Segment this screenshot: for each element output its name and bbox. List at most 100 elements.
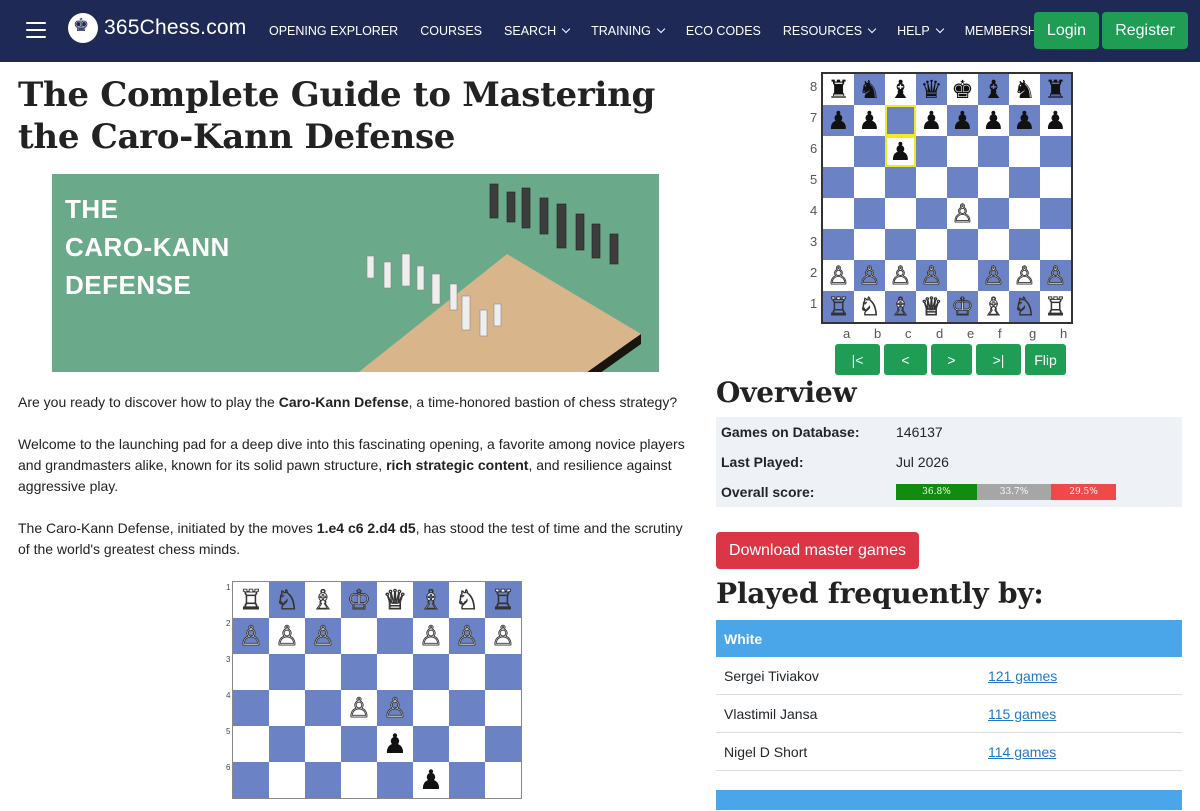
black-pawn-icon[interactable]: ♟	[1044, 108, 1066, 133]
square-e2[interactable]	[947, 260, 978, 291]
square-b5[interactable]	[854, 167, 885, 198]
square-a2[interactable]: ♙	[823, 260, 854, 291]
white-pawn-icon[interactable]: ♙	[951, 201, 974, 227]
white-queen-icon[interactable]: ♕	[920, 294, 943, 320]
square-d2[interactable]: ♙	[916, 260, 947, 291]
nav-item-resources[interactable]: RESOURCES	[783, 24, 877, 38]
square-c1[interactable]: ♗	[885, 291, 916, 322]
square-e5[interactable]	[947, 167, 978, 198]
black-pawn-icon[interactable]: ♟	[951, 108, 973, 133]
flip-board-button[interactable]: Flip	[1025, 344, 1066, 375]
next-move-button[interactable]: >	[931, 344, 972, 375]
hamburger-menu-icon[interactable]	[26, 22, 46, 38]
first-move-button[interactable]: |<	[835, 344, 880, 375]
black-pawn-icon[interactable]: ♟	[889, 139, 911, 164]
black-knight-icon[interactable]: ♞	[858, 77, 880, 102]
white-bishop-icon[interactable]: ♗	[982, 294, 1005, 320]
square-e6[interactable]	[947, 136, 978, 167]
white-pawn-icon[interactable]: ♙	[827, 263, 850, 289]
black-pawn-icon[interactable]: ♟	[858, 108, 880, 133]
square-g5[interactable]	[1009, 167, 1040, 198]
square-f6[interactable]	[978, 136, 1009, 167]
square-f7[interactable]: ♟	[978, 105, 1009, 136]
square-g1[interactable]: ♘	[1009, 291, 1040, 322]
square-e7[interactable]: ♟	[947, 105, 978, 136]
square-e1[interactable]: ♔	[947, 291, 978, 322]
black-pawn-icon[interactable]: ♟	[827, 108, 849, 133]
square-h7[interactable]: ♟	[1040, 105, 1071, 136]
square-a1[interactable]: ♖	[823, 291, 854, 322]
square-c7[interactable]	[885, 105, 916, 136]
square-e8[interactable]: ♚	[947, 74, 978, 105]
square-d3[interactable]	[916, 229, 947, 260]
square-h4[interactable]	[1040, 198, 1071, 229]
square-g8[interactable]: ♞	[1009, 74, 1040, 105]
black-pawn-icon[interactable]: ♟	[1013, 108, 1035, 133]
white-knight-icon[interactable]: ♘	[858, 294, 881, 320]
square-g3[interactable]	[1009, 229, 1040, 260]
last-move-button[interactable]: >|	[976, 344, 1021, 375]
square-f2[interactable]: ♙	[978, 260, 1009, 291]
black-knight-icon[interactable]: ♞	[1013, 77, 1035, 102]
black-pawn-icon[interactable]: ♟	[920, 108, 942, 133]
square-b6[interactable]	[854, 136, 885, 167]
register-button[interactable]: Register	[1102, 12, 1188, 49]
square-h3[interactable]	[1040, 229, 1071, 260]
interactive-chessboard[interactable]: ♜ ♞ ♝ ♛ ♚ ♝ ♞ ♜ ♟ ♟ ♟ ♟ ♟ ♟ ♟ ♟ ♙ ♙ ♙ ♙ ♙ ♙ ♙ ♙ ♖ ♘ ♗ ♕ ♔ ♗ ♘ ♖	[821, 72, 1073, 324]
square-b7[interactable]: ♟	[854, 105, 885, 136]
square-c5[interactable]	[885, 167, 916, 198]
square-c4[interactable]	[885, 198, 916, 229]
white-pawn-icon[interactable]: ♙	[920, 263, 943, 289]
square-a7[interactable]: ♟	[823, 105, 854, 136]
site-logo[interactable]: ♚ 365Chess.com	[68, 13, 246, 43]
nav-item-help[interactable]: HELP	[897, 24, 944, 38]
black-rook-icon[interactable]: ♜	[827, 77, 849, 102]
square-e4[interactable]: ♙	[947, 198, 978, 229]
square-c6[interactable]: ♟	[885, 136, 916, 167]
black-rook-icon[interactable]: ♜	[1044, 77, 1066, 102]
square-g4[interactable]	[1009, 198, 1040, 229]
black-queen-icon[interactable]: ♛	[920, 77, 942, 102]
square-c8[interactable]: ♝	[885, 74, 916, 105]
white-rook-icon[interactable]: ♖	[1044, 294, 1067, 320]
square-d1[interactable]: ♕	[916, 291, 947, 322]
download-master-games-button[interactable]: Download master games	[716, 532, 919, 569]
square-e3[interactable]	[947, 229, 978, 260]
white-pawn-icon[interactable]: ♙	[858, 263, 881, 289]
square-c2[interactable]: ♙	[885, 260, 916, 291]
square-b1[interactable]: ♘	[854, 291, 885, 322]
square-a5[interactable]	[823, 167, 854, 198]
nav-item-courses[interactable]: COURSES	[420, 24, 482, 38]
square-d5[interactable]	[916, 167, 947, 198]
player-games-link[interactable]: 115 games	[988, 706, 1056, 722]
square-d4[interactable]	[916, 198, 947, 229]
square-h8[interactable]: ♜	[1040, 74, 1071, 105]
square-g2[interactable]: ♙	[1009, 260, 1040, 291]
square-a8[interactable]: ♜	[823, 74, 854, 105]
square-f3[interactable]	[978, 229, 1009, 260]
square-g6[interactable]	[1009, 136, 1040, 167]
white-rook-icon[interactable]: ♖	[827, 294, 850, 320]
square-b8[interactable]: ♞	[854, 74, 885, 105]
previous-move-button[interactable]: <	[884, 344, 927, 375]
square-h6[interactable]	[1040, 136, 1071, 167]
square-a6[interactable]	[823, 136, 854, 167]
square-h2[interactable]: ♙	[1040, 260, 1071, 291]
square-f1[interactable]: ♗	[978, 291, 1009, 322]
square-b2[interactable]: ♙	[854, 260, 885, 291]
square-d7[interactable]: ♟	[916, 105, 947, 136]
black-bishop-icon[interactable]: ♝	[889, 77, 911, 102]
nav-item-opening-explorer[interactable]: OPENING EXPLORER	[269, 24, 398, 38]
white-bishop-icon[interactable]: ♗	[889, 294, 912, 320]
square-d8[interactable]: ♛	[916, 74, 947, 105]
square-b4[interactable]	[854, 198, 885, 229]
white-pawn-icon[interactable]: ♙	[982, 263, 1005, 289]
login-button[interactable]: Login	[1034, 12, 1099, 49]
square-d6[interactable]	[916, 136, 947, 167]
square-h1[interactable]: ♖	[1040, 291, 1071, 322]
square-b3[interactable]	[854, 229, 885, 260]
square-g7[interactable]: ♟	[1009, 105, 1040, 136]
nav-item-search[interactable]: SEARCH	[504, 24, 571, 38]
player-games-link[interactable]: 114 games	[988, 744, 1056, 760]
square-f8[interactable]: ♝	[978, 74, 1009, 105]
